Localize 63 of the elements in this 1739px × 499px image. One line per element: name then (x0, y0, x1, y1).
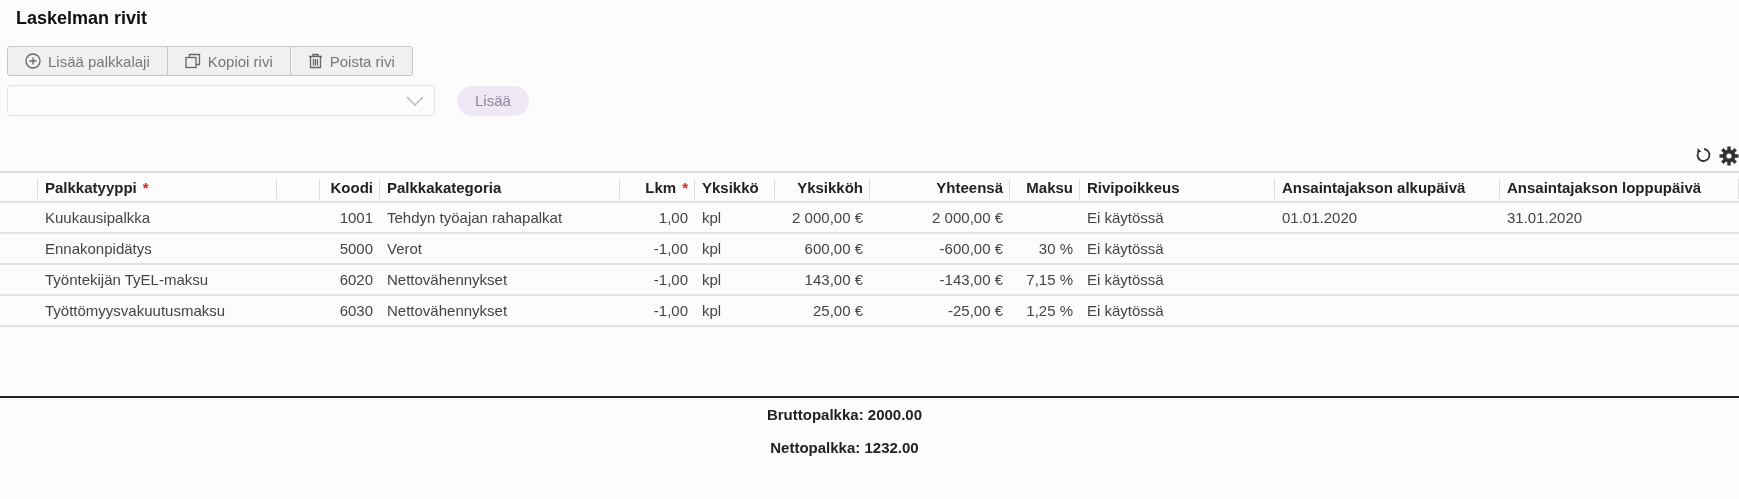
table-cell: -143,00 € (939, 271, 1003, 288)
toolbar-button[interactable]: Kopioi rivi (166, 46, 291, 76)
column-header[interactable]: Ansaintajakson alkupäivä (1282, 178, 1466, 196)
column-header[interactable]: Rivipoikkeus (1087, 178, 1180, 196)
table-cell: kpl (702, 302, 722, 319)
dropdown-field[interactable] (7, 85, 435, 116)
table-cell: 30 % (1038, 240, 1073, 257)
table-cell: 1001 (339, 209, 373, 226)
table-cell: kpl (702, 240, 722, 257)
table-cell: -600,00 € (939, 240, 1003, 257)
table-cell: -1,00 (653, 271, 688, 288)
table-cell: 6030 (339, 302, 373, 319)
table-cell: -1,00 (653, 240, 688, 257)
total-label: Nettopalkka: 1232.00 (770, 439, 919, 456)
table-cell: Työntekijän TyEL-maksu (45, 271, 209, 288)
table-cell: 5000 (339, 240, 373, 257)
table-cell: -25,00 € (947, 302, 1003, 319)
table-cell: kpl (702, 209, 722, 226)
table-cell: Ei käytössä (1087, 302, 1164, 319)
column-header[interactable]: Yksikköh (797, 178, 863, 196)
column-header[interactable]: Maksu (1026, 178, 1073, 196)
table-cell: Ei käytössä (1087, 240, 1164, 257)
refresh-icon[interactable] (1695, 146, 1713, 164)
table-cell: 7,15 % (1026, 271, 1073, 288)
table-cell: Ennakonpidätys (45, 240, 152, 257)
plus-circle-icon (25, 53, 41, 69)
table-cell: 2 000,00 € (932, 209, 1003, 226)
column-header[interactable]: Ansaintajakson loppupäivä (1507, 178, 1702, 196)
column-header[interactable]: Yksikkö (702, 178, 759, 196)
column-header[interactable]: Koodi (330, 178, 373, 196)
table-cell: 600,00 € (804, 240, 863, 257)
toolbar-button[interactable]: Lisää palkkalaji (7, 46, 168, 76)
table-cell: kpl (702, 271, 722, 288)
required-mark: * (142, 178, 149, 196)
table-cell: Verot (387, 240, 423, 257)
table-cell: 25,00 € (812, 302, 863, 319)
table-cell: 1,00 (658, 209, 688, 226)
table-cell: 2 000,00 € (792, 209, 863, 226)
trash-icon (307, 53, 323, 69)
required-mark: * (682, 178, 688, 196)
table-cell: Työttömyysvakuutusmaksu (45, 302, 226, 319)
table-cell: Ei käytössä (1087, 209, 1164, 226)
settings-icon[interactable] (1719, 146, 1739, 166)
table-cell: Kuukausipalkka (45, 209, 151, 226)
table-cell: 143,00 € (804, 271, 863, 288)
column-header[interactable]: Lkm (645, 178, 677, 196)
chevron-down-icon (406, 95, 424, 106)
table-cell: Ei käytössä (1087, 271, 1164, 288)
table-cell: 1,25 % (1026, 302, 1073, 319)
column-header[interactable]: Palkkakategoria (387, 178, 502, 196)
table-cell: 6020 (339, 271, 373, 288)
table-cell: -1,00 (653, 302, 688, 319)
copy-icon (184, 53, 201, 69)
table-cell: Tehdyn työajan rahapalkat (387, 209, 563, 226)
total-label: Bruttopalkka: 2000.00 (766, 406, 923, 423)
table-cell: Nettovähennykset (387, 271, 508, 288)
toolbar-button[interactable]: Poista rivi (289, 46, 413, 76)
column-header[interactable]: Yhteensä (936, 178, 1003, 196)
column-header[interactable]: Palkkatyyppi (45, 178, 137, 196)
section-title: Laskelman rivit (15, 7, 149, 30)
table-cell: Nettovähennykset (387, 302, 508, 319)
table-cell: 31.01.2020 (1507, 209, 1583, 226)
table-cell: 01.01.2020 (1282, 209, 1358, 226)
